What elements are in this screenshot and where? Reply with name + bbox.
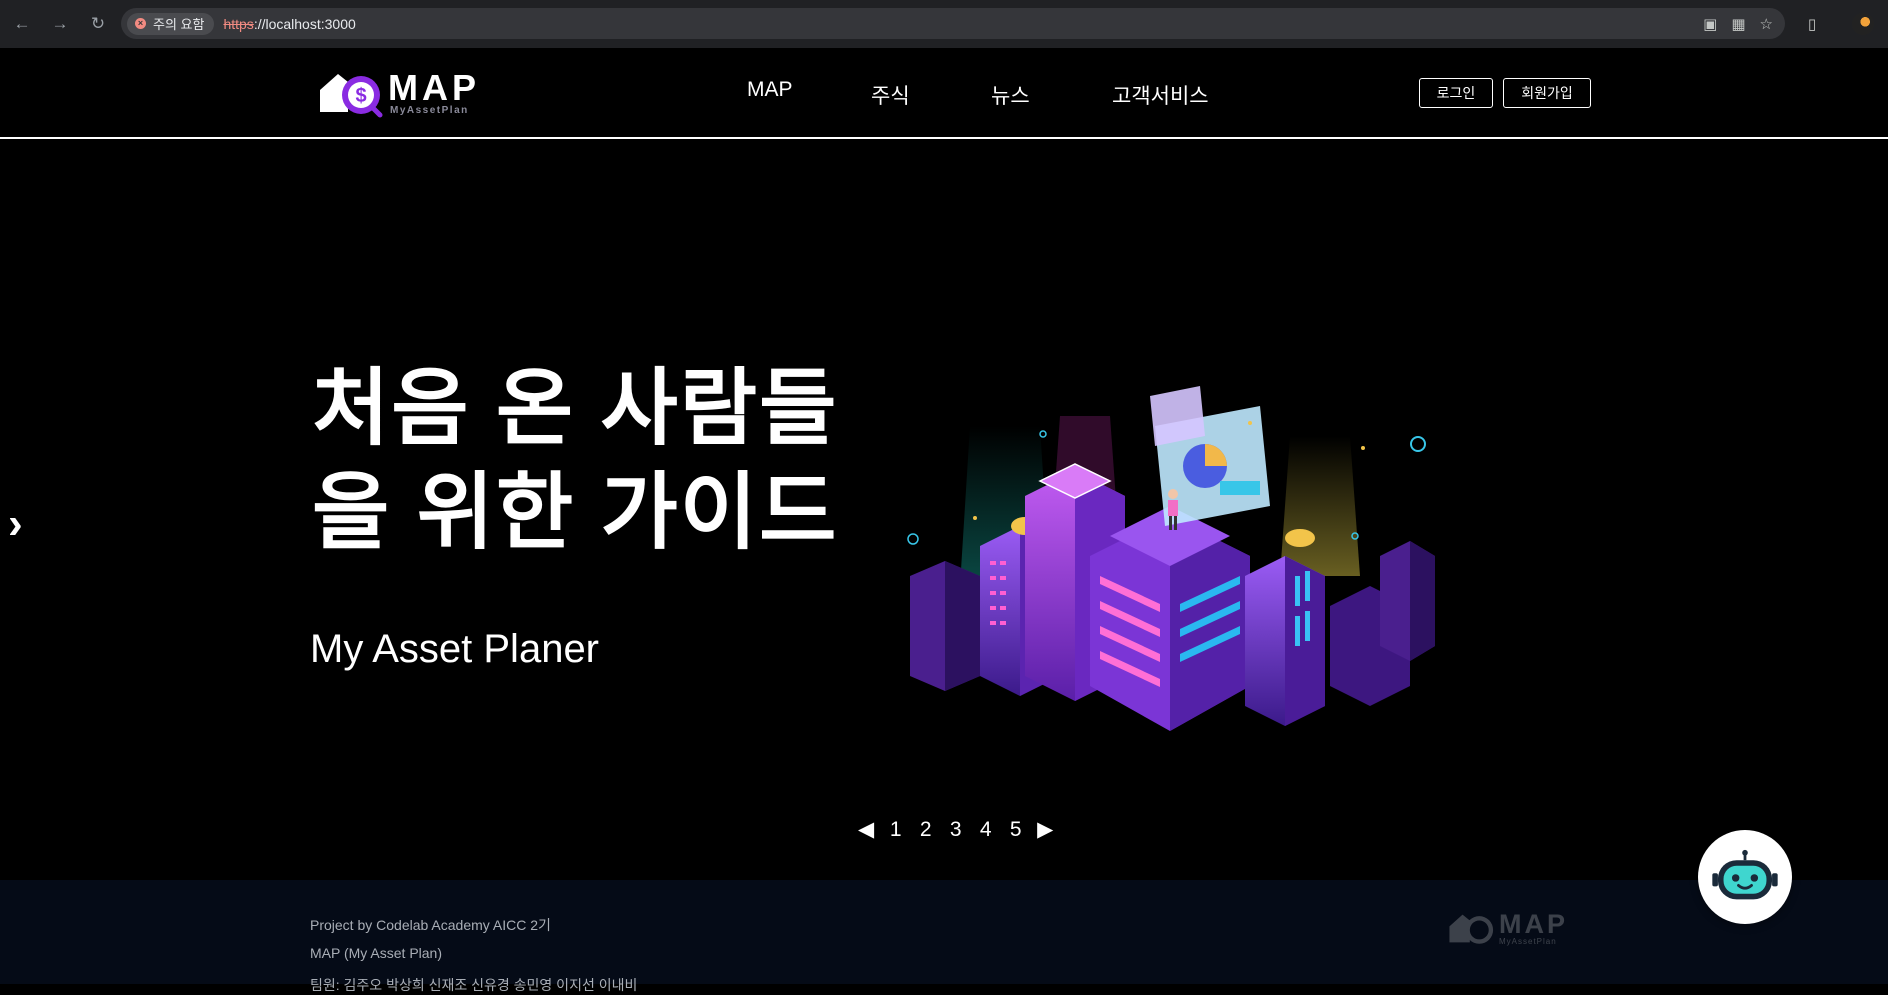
footer-logo: MAP MyAssetPlan [1448,910,1568,947]
site-footer: Project by Codelab Academy AICC 2기 MAP (… [0,880,1888,993]
reload-icon[interactable]: ↻ [86,12,110,36]
hero-slider: › 처음 온 사람들 을 위한 가이드 My Asset Planer ◀ 1 … [0,141,1888,880]
pager-page-4[interactable]: 4 [977,818,994,842]
footer-logo-house-icon [1449,914,1494,944]
hero-title: 처음 온 사람들 을 위한 가이드 [312,356,872,564]
security-warning-chip[interactable]: × 주의 요함 [127,12,215,35]
url-scheme: https [223,15,254,32]
url-host: ://localhost:3000 [253,15,356,32]
install-app-icon[interactable]: ▣ [1703,15,1717,33]
address-bar[interactable]: × 주의 요함 https://localhost:3000 ▣ ▦ ☆ [121,8,1785,39]
nav-stocks[interactable]: 주식 [871,80,910,110]
hero-title-line-2: 을 위한 가이드 [312,465,839,559]
profile-avatar[interactable] [1852,13,1874,35]
main-nav: MAP 주식 뉴스 고객서비스 [0,48,1888,139]
nav-customer-service[interactable]: 고객서비스 [1112,80,1209,110]
footer-team-members: 팀원: 김주오 박상희 신재조 신유경 송민영 이지선 이내비 [310,977,638,993]
nav-news[interactable]: 뉴스 [991,80,1030,110]
pager-page-3[interactable]: 3 [947,818,964,842]
nav-map[interactable]: MAP [747,78,793,102]
login-button[interactable]: 로그인 [1419,78,1493,108]
slider-next-arrow-icon[interactable]: › [8,499,23,549]
extensions-icon[interactable]: ▯ [1800,12,1824,36]
back-icon[interactable]: ← [10,12,34,36]
isometric-city-illustration [907,386,1435,731]
hero-title-line-1: 처음 온 사람들 [312,361,839,455]
chatbot-button[interactable] [1698,830,1792,924]
slider-pagination: ◀ 1 2 3 4 5 ▶ [858,817,1053,842]
footer-logo-word: MAP [1499,909,1568,939]
browser-toolbar: ← → ↻ × 주의 요함 https://localhost:3000 ▣ ▦… [0,0,1888,48]
pager-page-1[interactable]: 1 [887,818,904,842]
pager-prev-icon[interactable]: ◀ [858,817,874,842]
translate-icon[interactable]: ▦ [1731,15,1745,33]
pager-next-icon[interactable]: ▶ [1037,817,1053,842]
site-header: $ MAP MyAssetPlan MAP 주식 뉴스 고객서비스 로그인 회원… [0,48,1888,139]
footer-project-name: MAP (My Asset Plan) [310,945,443,961]
robot-icon [1712,849,1778,900]
url-text[interactable]: https://localhost:3000 [223,16,355,32]
bookmark-star-icon[interactable]: ☆ [1760,15,1773,33]
pager-page-5[interactable]: 5 [1007,818,1024,842]
signup-button[interactable]: 회원가입 [1503,78,1591,108]
warning-icon: × [135,18,146,29]
hero-subtitle: My Asset Planer [310,627,600,671]
pager-page-2[interactable]: 2 [917,818,934,842]
footer-logo-subtitle: MyAssetPlan [1499,937,1557,946]
footer-project-credit: Project by Codelab Academy AICC 2기 [310,917,551,933]
forward-icon[interactable]: → [48,12,72,36]
security-label: 주의 요함 [153,17,205,32]
